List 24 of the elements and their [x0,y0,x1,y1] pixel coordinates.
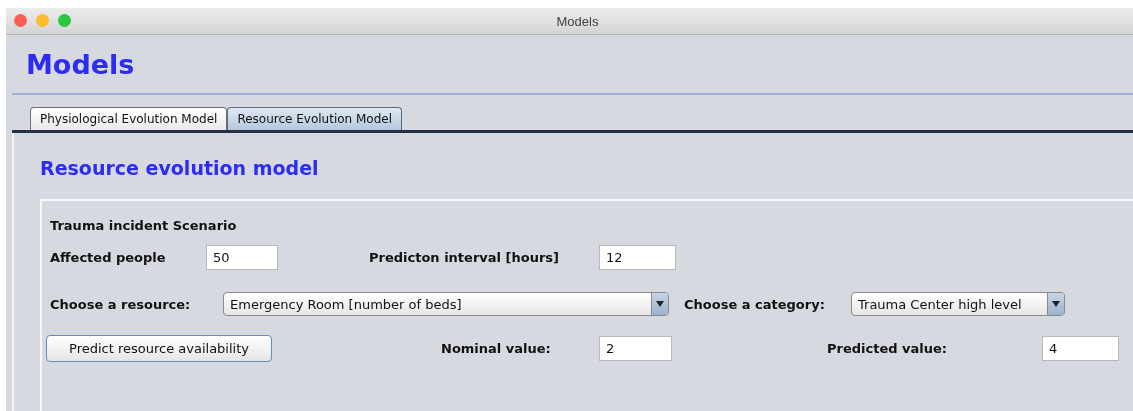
field-label: Predicted value: [827,340,949,356]
zoom-button[interactable] [58,14,71,27]
dropdown[interactable]: Emergency Room [number of beds] [223,292,669,316]
field-label: Predicton interval [hours] [369,249,560,265]
section-title: Resource evolution model [40,157,319,179]
dropdown-arrow-icon [1052,301,1060,307]
tab[interactable]: Resource Evolution Model [227,107,403,130]
input-field[interactable]: 12 [599,244,676,270]
tab[interactable]: Physiological Evolution Model [30,107,228,130]
field-label: Choose a resource: [50,296,192,312]
input-field[interactable]: 50 [206,244,278,270]
group-title: Trauma incident Scenario [50,217,237,233]
field-label: Affected people [50,249,167,265]
close-button[interactable] [14,14,27,27]
dropdown-arrow-icon [656,301,664,307]
input-field[interactable]: 2 [599,335,672,361]
minimize-button[interactable] [36,14,49,27]
page-heading: Models [26,51,135,79]
dropdown[interactable]: Trauma Center high level [851,292,1065,316]
field-label: Nominal value: [441,340,552,356]
predict-button[interactable]: Predict resource availability [46,334,272,362]
input-field[interactable]: 4 [1042,335,1119,361]
window-title: Models [556,13,599,29]
field-label: Choose a category: [684,296,826,312]
